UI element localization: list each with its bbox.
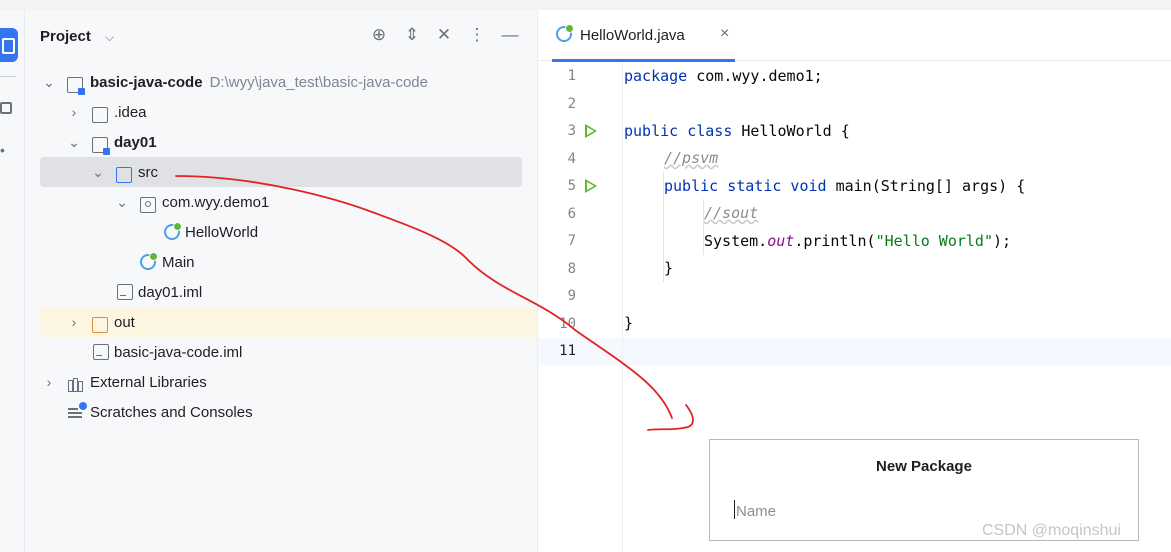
- tree-item-main[interactable]: Main: [25, 247, 537, 277]
- more-tools-icon[interactable]: •: [0, 142, 6, 158]
- run-main-icon[interactable]: [585, 179, 597, 193]
- tree-item-label: External Libraries: [90, 374, 207, 391]
- locate-icon[interactable]: ⊕: [368, 24, 390, 46]
- tree-item-day01-iml[interactable]: day01.iml: [25, 277, 537, 307]
- chevron-right-icon[interactable]: ›: [42, 367, 56, 397]
- expand-all-icon[interactable]: ⇕: [401, 24, 423, 46]
- project-tool-button[interactable]: [0, 28, 18, 62]
- module-folder-icon: [67, 77, 85, 95]
- tree-item-day01[interactable]: ⌄ day01: [25, 127, 537, 157]
- line-number: 1: [567, 68, 576, 84]
- project-icon: [2, 38, 15, 54]
- editor-tab-bar: HelloWorld.java ×: [538, 10, 1171, 62]
- tree-item-helloworld[interactable]: HelloWorld: [25, 217, 537, 247]
- code-line-6: //sout: [704, 204, 759, 222]
- iml-file-icon: [93, 344, 109, 360]
- strip-divider: [0, 76, 16, 77]
- dialog-title: New Package: [876, 458, 972, 475]
- code-line-3: public class HelloWorld {: [624, 122, 850, 140]
- tree-item-src[interactable]: ⌄ src: [40, 157, 522, 187]
- tree-item-label: .idea: [114, 104, 147, 121]
- tree-item-scratches[interactable]: Scratches and Consoles: [25, 397, 537, 427]
- watermark: CSDN @moqinshui: [982, 522, 1121, 539]
- tree-item-label: Scratches and Consoles: [90, 404, 253, 421]
- scratches-icon: [68, 402, 87, 422]
- tree-item-label: out: [114, 314, 135, 331]
- hide-icon[interactable]: —: [499, 24, 521, 46]
- line-number: 11: [559, 343, 576, 359]
- code-line-8: }: [664, 259, 674, 277]
- window-top-bar: [0, 0, 1171, 10]
- tree-item-path: D:\wyy\java_test\basic-java-code: [209, 74, 428, 91]
- code-line-1: package com.wyy.demo1;: [624, 67, 823, 85]
- text-caret: [734, 500, 735, 519]
- tree-item-external-libraries[interactable]: › External Libraries: [25, 367, 537, 397]
- code-line-5: public static void main(String[] args) {: [664, 177, 1026, 195]
- chevron-down-icon[interactable]: ⌵: [105, 30, 114, 45]
- chevron-right-icon[interactable]: ›: [67, 97, 81, 127]
- tree-item-label: HelloWorld: [185, 224, 259, 241]
- tree-item-label: basic-java-code.iml: [114, 344, 243, 361]
- chevron-down-icon[interactable]: ⌄: [91, 157, 105, 187]
- line-number: 8: [567, 261, 576, 277]
- java-class-icon: [164, 222, 182, 240]
- chevron-right-icon[interactable]: ›: [67, 307, 81, 337]
- code-line-7: System.out.println("Hello World");: [704, 232, 1012, 250]
- tree-item-basic-java-code-iml[interactable]: basic-java-code.iml: [25, 337, 537, 367]
- java-class-icon: [140, 252, 158, 270]
- tree-item-label: day01: [114, 134, 157, 151]
- project-panel-title[interactable]: Project: [40, 28, 91, 45]
- tool-window-strip: •: [0, 10, 25, 552]
- close-icon[interactable]: ×: [720, 25, 729, 43]
- chevron-down-icon[interactable]: ⌄: [67, 127, 81, 157]
- code-line-4: //psvm: [664, 149, 719, 167]
- tab-label: HelloWorld.java: [580, 27, 685, 44]
- tree-item-label: basic-java-code: [90, 74, 203, 91]
- tree-item-label: com.wyy.demo1: [162, 194, 270, 211]
- folder-icon: [92, 107, 108, 123]
- libraries-icon: [68, 376, 84, 392]
- line-number: 9: [567, 288, 576, 304]
- editor-tab-helloworld[interactable]: HelloWorld.java ×: [550, 10, 735, 62]
- tree-item-label: src: [138, 164, 158, 181]
- java-class-icon: [556, 24, 574, 42]
- structure-icon[interactable]: [0, 102, 12, 114]
- project-panel: Project ⌵ ⊕ ⇕ ✕ ⋮ — ⌄ basic-java-code D:\…: [25, 10, 538, 552]
- line-number: 6: [567, 206, 576, 222]
- collapse-all-icon[interactable]: ✕: [433, 24, 455, 46]
- tree-item-package[interactable]: ⌄ com.wyy.demo1: [25, 187, 537, 217]
- line-number: 3: [567, 123, 576, 139]
- tree-item-idea[interactable]: › .idea: [25, 97, 537, 127]
- tree-item-label: Main: [162, 254, 195, 271]
- line-number: 10: [559, 316, 576, 332]
- package-name-input[interactable]: [734, 498, 1118, 524]
- package-icon: [140, 197, 156, 213]
- line-number: 2: [567, 96, 576, 112]
- chevron-down-icon[interactable]: ⌄: [42, 67, 56, 97]
- run-class-icon[interactable]: [585, 124, 597, 138]
- options-icon[interactable]: ⋮: [466, 24, 488, 46]
- line-number: 4: [567, 151, 576, 167]
- module-folder-icon: [92, 137, 110, 155]
- line-number: 5: [567, 178, 576, 194]
- excluded-folder-icon: [92, 317, 108, 333]
- iml-file-icon: [117, 284, 133, 300]
- line-number-gutter: 1 2 3 4 5 6 7 8 9 10 11: [538, 62, 622, 552]
- tree-item-basic-java-code[interactable]: ⌄ basic-java-code D:\wyy\java_test\basic-…: [25, 67, 537, 97]
- tree-item-label: day01.iml: [138, 284, 203, 301]
- code-line-10: }: [624, 314, 634, 332]
- tree-item-out[interactable]: › out: [40, 307, 537, 337]
- chevron-down-icon[interactable]: ⌄: [115, 187, 129, 217]
- line-number: 7: [567, 233, 576, 249]
- project-panel-header: Project ⌵ ⊕ ⇕ ✕ ⋮ —: [25, 10, 537, 62]
- source-folder-icon: [116, 167, 132, 183]
